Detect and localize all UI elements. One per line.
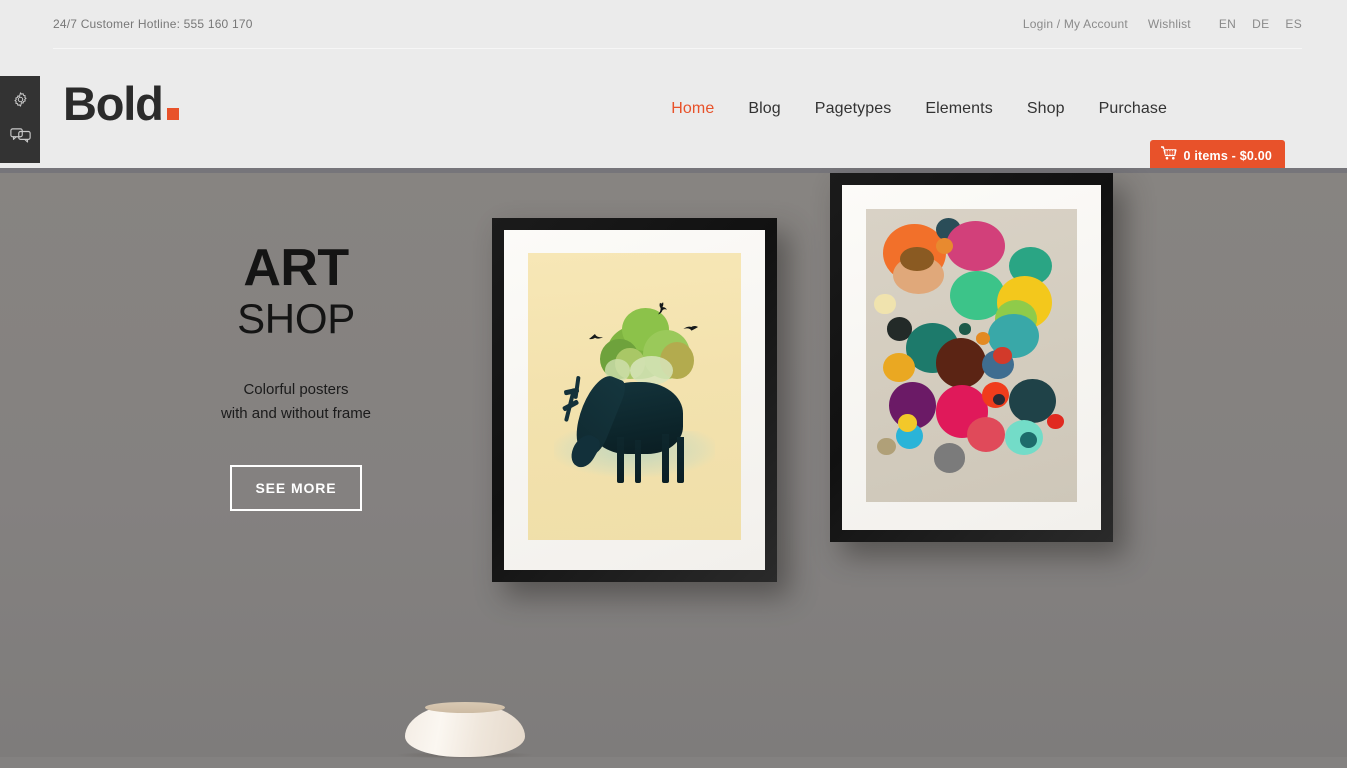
hero-subtitle: Colorful posters with and without frame xyxy=(180,378,412,427)
logo-dot-icon xyxy=(166,108,179,120)
nav-item-shop[interactable]: Shop xyxy=(1027,100,1065,118)
framed-poster-circles[interactable] xyxy=(830,173,1113,542)
login-my-account-link[interactable]: Login / My Account xyxy=(1023,17,1128,31)
language-switcher: EN DE ES xyxy=(1219,17,1302,31)
hero-subtitle-line-2: with and without frame xyxy=(220,405,372,423)
site-logo[interactable]: Bold xyxy=(63,80,179,127)
left-side-tab xyxy=(0,76,40,163)
nav-item-pagetypes[interactable]: Pagetypes xyxy=(815,100,892,118)
hero-section: ART SHOP Colorful posters with and witho… xyxy=(0,168,1347,768)
hero-title-primary: ART xyxy=(243,239,349,297)
hero-title-secondary: SHOP xyxy=(237,294,355,342)
poster-artwork-circles xyxy=(866,209,1077,502)
bird-icon xyxy=(683,325,699,331)
framed-poster-deer[interactable] xyxy=(492,218,777,582)
poster-mat-deer xyxy=(504,230,765,570)
hero-subtitle-line-1: Colorful posters xyxy=(243,381,349,399)
wishlist-link[interactable]: Wishlist xyxy=(1148,17,1191,31)
nav-item-home[interactable]: Home xyxy=(671,100,714,118)
origami-vase xyxy=(395,700,535,759)
nav-item-purchase[interactable]: Purchase xyxy=(1099,100,1167,118)
chat-bubbles-icon[interactable] xyxy=(9,127,31,148)
poster-mat-circles xyxy=(842,185,1101,530)
vase-rim xyxy=(425,702,505,713)
nav-item-blog[interactable]: Blog xyxy=(748,100,780,118)
site-header: Bold Home Blog Pagetypes Elements Shop P… xyxy=(0,50,1347,171)
lang-es-link[interactable]: ES xyxy=(1285,17,1302,31)
hotline-text: 24/7 Customer Hotline: 555 160 170 xyxy=(53,17,253,31)
nav-item-elements[interactable]: Elements xyxy=(925,100,993,118)
bird-icon xyxy=(657,301,667,315)
poster-artwork-deer xyxy=(528,253,741,540)
hero-top-band xyxy=(0,168,1347,173)
cart-label: 0 items - $0.00 xyxy=(1183,148,1272,163)
top-utility-links: Login / My Account Wishlist EN DE ES xyxy=(1003,17,1302,31)
shopping-cart-icon xyxy=(1160,146,1177,165)
hero-text-block: ART SHOP Colorful posters with and witho… xyxy=(180,239,412,511)
cart-button[interactable]: 0 items - $0.00 xyxy=(1149,140,1285,171)
bird-icon xyxy=(588,334,603,340)
lang-en-link[interactable]: EN xyxy=(1219,17,1236,31)
logo-text: Bold xyxy=(63,77,164,130)
top-utility-bar: 24/7 Customer Hotline: 555 160 170 Login… xyxy=(0,0,1347,50)
see-more-button[interactable]: SEE MORE xyxy=(230,464,362,511)
main-navigation: Home Blog Pagetypes Elements Shop Purcha… xyxy=(671,50,1167,168)
gear-icon[interactable] xyxy=(12,91,29,113)
top-utility-bar-inner: 24/7 Customer Hotline: 555 160 170 Login… xyxy=(53,0,1302,49)
lang-de-link[interactable]: DE xyxy=(1252,17,1269,31)
